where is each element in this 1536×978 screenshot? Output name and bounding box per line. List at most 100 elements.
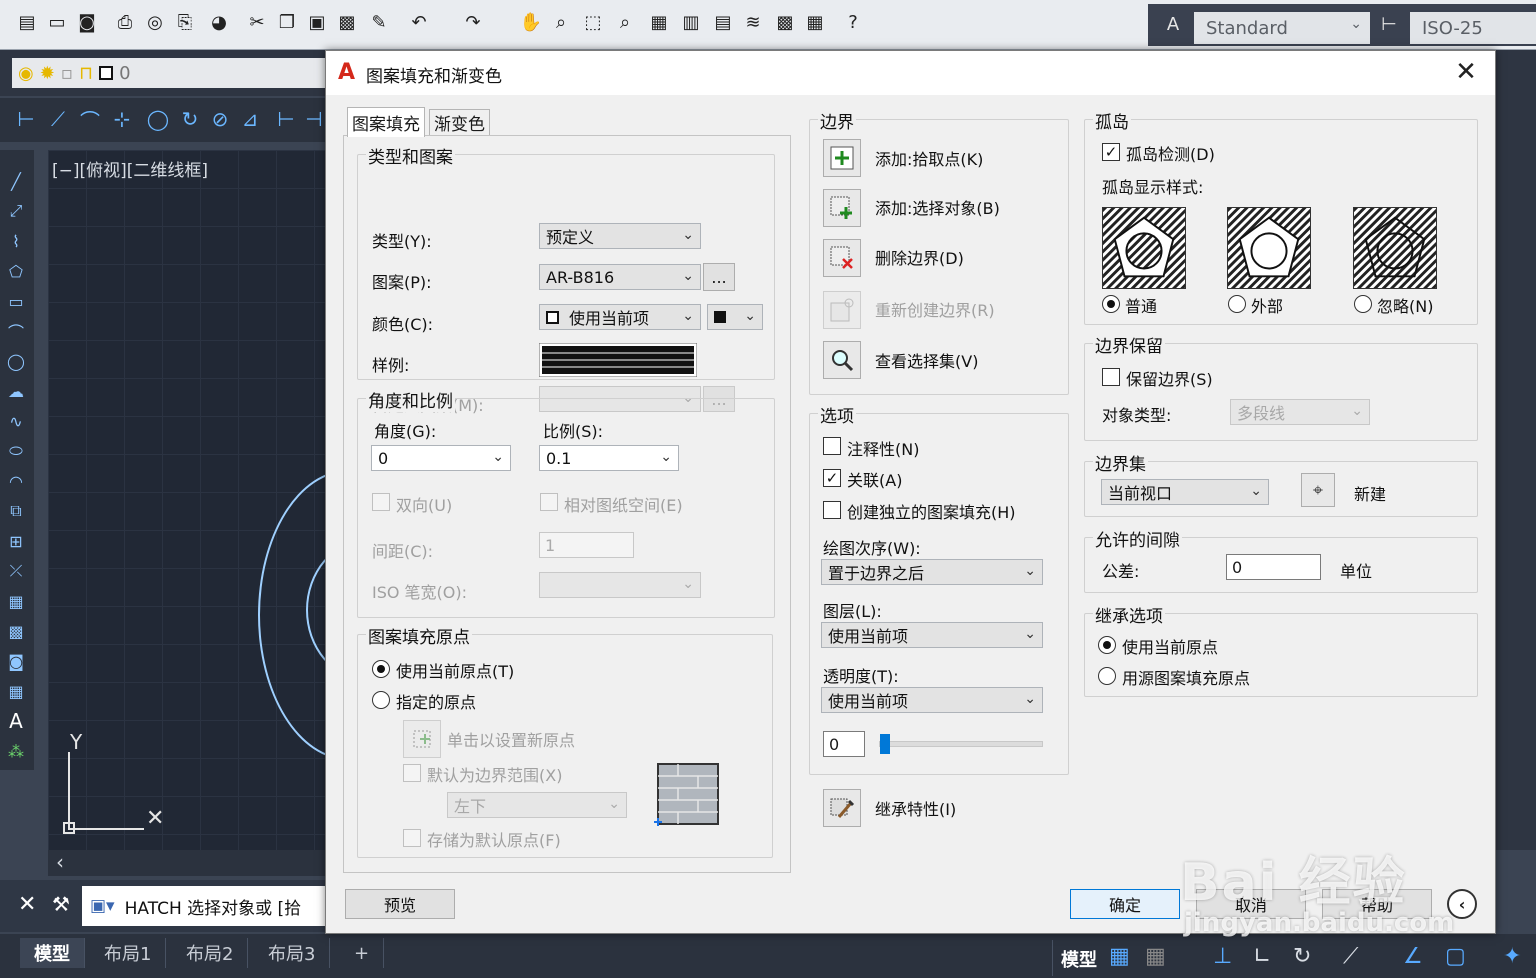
radius-icon[interactable]: ◯ [146, 106, 170, 132]
default-extent-checkbox[interactable] [403, 764, 421, 782]
new-boundary-set-button[interactable]: ⌖ [1301, 473, 1335, 507]
specified-origin-radio[interactable] [372, 691, 390, 709]
dim-style-combo[interactable]: ISO-25 [1410, 12, 1536, 44]
boundary-set-select[interactable]: 当前视口 ⌄ [1101, 479, 1269, 505]
store-default-checkbox[interactable] [403, 829, 421, 847]
angular-icon[interactable]: ⊿ [238, 106, 262, 132]
quick-dim-icon[interactable]: ⊢ [274, 106, 298, 132]
grid-icon[interactable]: ▦ [1109, 944, 1130, 969]
pattern-sample-preview[interactable] [539, 343, 697, 377]
tab-layout1[interactable]: 布局1 [90, 938, 167, 968]
layer-select[interactable]: 使用当前项 ⌄ [821, 622, 1043, 648]
view-selections-button[interactable] [823, 341, 861, 379]
tab-layout2[interactable]: 布局2 [172, 938, 249, 968]
help-icon[interactable]: ? [840, 8, 866, 36]
publish-icon[interactable]: ⎘ [172, 8, 198, 36]
preview-icon[interactable]: ◎ [142, 8, 168, 36]
spline-icon[interactable]: ∿ [5, 410, 27, 432]
transparency-slider-thumb[interactable] [880, 734, 890, 754]
scroll-left-icon[interactable]: ‹ [56, 850, 64, 874]
island-ignore-image[interactable] [1353, 207, 1437, 289]
circle-icon[interactable]: ◯ [5, 350, 27, 372]
customize-wrench-icon[interactable]: ⚒ [52, 892, 70, 916]
new-file-icon[interactable]: ▤ [14, 8, 40, 36]
print-icon[interactable]: ⎙ [112, 8, 138, 36]
close-command-icon[interactable]: ✕ [18, 892, 36, 917]
design-center-icon[interactable]: ▥ [678, 8, 704, 36]
table-icon[interactable]: ▦ [5, 680, 27, 702]
line-icon[interactable]: ╱ [5, 170, 27, 192]
save-icon[interactable]: ◙ [74, 8, 100, 36]
island-normal-radio[interactable] [1102, 295, 1120, 313]
angle-select[interactable]: 0 ⌄ [371, 445, 511, 471]
layer-combo[interactable]: ◉ ✹ ▫ ⊓ 0 [12, 58, 330, 88]
rectangle-icon[interactable]: ▭ [5, 290, 27, 312]
arc-icon[interactable]: ⌒ [5, 320, 27, 342]
dialog-titlebar[interactable]: A 图案填充和渐变色 ✕ [326, 51, 1495, 95]
cut-icon[interactable]: ✂ [244, 8, 270, 36]
preview-button[interactable]: 预览 [345, 889, 455, 919]
retain-boundaries-checkbox[interactable] [1102, 368, 1120, 386]
jogged-icon[interactable]: ↻ [178, 106, 202, 132]
insert-block-icon[interactable]: ⧉ [5, 500, 27, 522]
baseline-icon[interactable]: ⊣ [302, 106, 326, 132]
mtext-icon[interactable]: A [5, 709, 27, 733]
sheet-set-icon[interactable]: ≋ [740, 8, 766, 36]
hatch-icon[interactable]: ▦ [5, 590, 27, 612]
open-file-icon[interactable]: ▭ [44, 8, 70, 36]
close-icon[interactable]: ✕ [1451, 57, 1481, 87]
revcloud-icon[interactable]: ☁ [5, 380, 27, 402]
add-select-objects-button[interactable] [823, 189, 861, 227]
ok-button[interactable]: 确定 [1070, 889, 1180, 919]
region-icon[interactable]: ◙ [5, 650, 27, 672]
bg-color-select[interactable]: ⌄ [707, 304, 763, 330]
linear-dim-icon[interactable]: ⊢ [14, 106, 38, 132]
markup-icon[interactable]: ▩ [772, 8, 798, 36]
command-input[interactable]: ▣▾ HATCH 选择对象或 [拾 [82, 886, 332, 926]
annotative-checkbox[interactable] [823, 437, 841, 455]
polygon-icon[interactable]: ⬠ [5, 260, 27, 282]
separate-hatches-checkbox[interactable] [823, 501, 841, 519]
tolerance-input[interactable]: 0 [1226, 554, 1321, 580]
make-block-icon[interactable]: ⊞ [5, 530, 27, 552]
inherit-source-origin-radio[interactable] [1098, 667, 1116, 685]
transparency-slider[interactable] [879, 734, 1043, 754]
add-layout-button[interactable]: + [340, 938, 385, 968]
scale-select[interactable]: 0.1 ⌄ [539, 445, 679, 471]
ellipse-arc-icon[interactable]: ◠ [5, 470, 27, 492]
ordinate-icon[interactable]: ⊹ [110, 106, 134, 132]
arc-length-icon[interactable]: ⌒ [78, 106, 102, 133]
recreate-boundary-button[interactable] [823, 291, 861, 329]
add-pick-points-button[interactable] [823, 139, 861, 177]
relative-paper-checkbox[interactable] [540, 493, 558, 511]
double-checkbox[interactable] [372, 493, 390, 511]
tool-palettes-icon[interactable]: ▤ [710, 8, 736, 36]
spacing-input[interactable]: 1 [539, 532, 634, 558]
inherit-properties-button[interactable] [823, 789, 861, 827]
island-ignore-radio[interactable] [1354, 295, 1372, 313]
tab-layout3[interactable]: 布局3 [254, 938, 331, 968]
tab-hatch[interactable]: 图案填充 [347, 107, 425, 137]
remove-boundaries-button[interactable] [823, 239, 861, 277]
object-type-select[interactable]: 多段线 ⌄ [1230, 399, 1370, 425]
zoom-previous-icon[interactable]: ⌕ [612, 8, 638, 36]
pattern-select[interactable]: AR-B816 ⌄ [539, 264, 701, 290]
construction-line-icon[interactable]: ⤢ [5, 200, 27, 222]
island-outer-radio[interactable] [1228, 295, 1246, 313]
island-normal-image[interactable] [1102, 207, 1186, 289]
brush-icon[interactable]: ✎ [366, 8, 392, 36]
diameter-icon[interactable]: ⊘ [208, 106, 232, 132]
use-current-origin-radio[interactable] [372, 660, 390, 678]
iso-pen-select[interactable]: ⌄ [539, 572, 701, 598]
pan-hand-icon[interactable]: ✋ [518, 8, 544, 36]
match-icon[interactable]: ▩ [334, 8, 360, 36]
tab-gradient[interactable]: 渐变色 [429, 109, 490, 135]
island-detection-checkbox[interactable]: ✓ [1102, 143, 1120, 161]
add-selected-icon[interactable]: ⁂ [5, 740, 27, 762]
copy-icon[interactable]: ❐ [274, 8, 300, 36]
text-style-combo[interactable]: Standard ⌄ [1194, 12, 1370, 44]
polyline-icon[interactable]: ⌇ [5, 230, 27, 252]
zoom-realtime-icon[interactable]: ⌕ [548, 8, 574, 36]
calculator-icon[interactable]: ▦ [802, 8, 828, 36]
transparency-value-input[interactable]: 0 [823, 731, 865, 757]
